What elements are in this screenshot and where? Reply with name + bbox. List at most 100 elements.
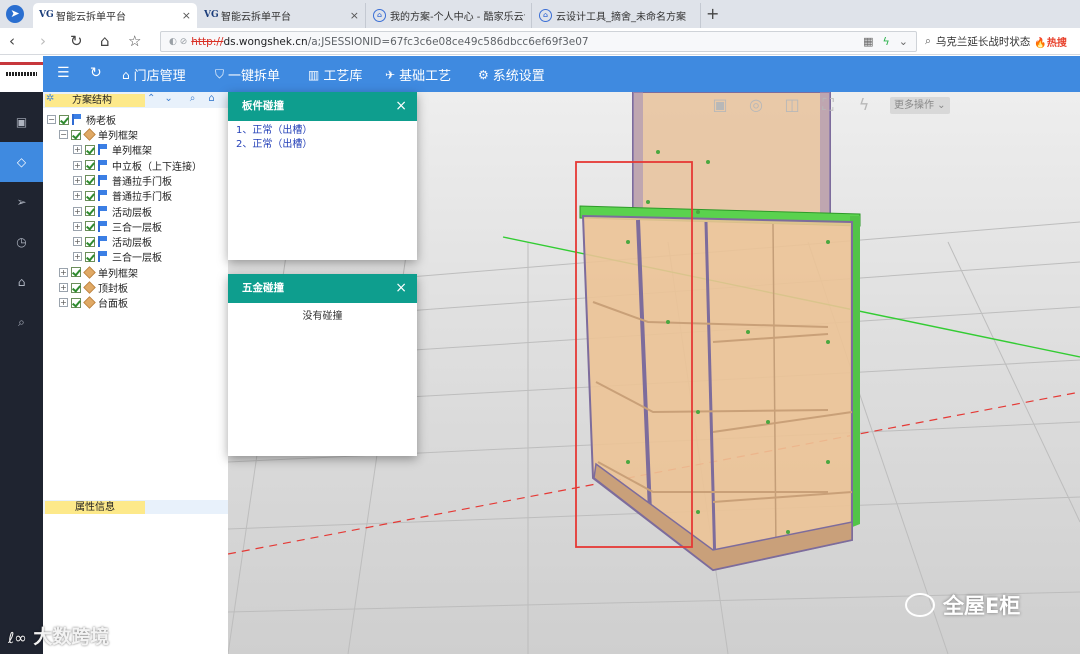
fullscreen-icon[interactable]: ⛶ xyxy=(818,95,838,115)
close-icon[interactable]: × xyxy=(395,274,407,303)
layers-icon[interactable]: ◫ xyxy=(782,95,802,115)
menu-basic-process[interactable]: ✈ 基础工艺 xyxy=(385,65,451,85)
expand-toggle-icon[interactable]: + xyxy=(73,191,82,201)
home-icon[interactable]: ⌂ xyxy=(100,32,110,50)
checkbox[interactable] xyxy=(71,267,81,278)
checkbox[interactable] xyxy=(85,160,95,171)
panel-flag-icon xyxy=(98,159,109,171)
watermark-logo-icon: ℓ∞ xyxy=(8,629,27,647)
expand-toggle-icon[interactable]: − xyxy=(59,130,68,139)
tree-node-item[interactable]: + 普通拉手门板 xyxy=(73,173,172,188)
menu-process-library[interactable]: ▥ 工艺库 xyxy=(308,65,362,85)
checkbox[interactable] xyxy=(85,190,95,201)
close-icon[interactable]: × xyxy=(350,9,359,22)
tree-node-group[interactable]: + 顶封板 xyxy=(59,280,128,295)
tree-node-item[interactable]: + 三合一层板 xyxy=(73,249,162,264)
diamond-icon[interactable]: ◇ xyxy=(0,142,43,182)
send-icon[interactable]: ➢ xyxy=(0,182,43,222)
app-header: ☰ ↻ ⌂ 门店管理 ⛉ 一键拆单 ▥ 工艺库 ✈ 基础工艺 ⚙ 系统设置 xyxy=(0,56,1080,92)
close-icon[interactable]: × xyxy=(395,92,407,121)
expand-toggle-icon[interactable]: + xyxy=(59,283,68,292)
collapse-all-icon[interactable]: ⌃ xyxy=(147,93,155,104)
tree-node-item[interactable]: + 活动层板 xyxy=(73,234,152,249)
checkbox[interactable] xyxy=(85,206,95,216)
more-operations-dropdown[interactable]: 更多操作 ⌄ xyxy=(890,96,950,114)
checkbox[interactable] xyxy=(71,129,81,140)
expand-toggle-icon[interactable]: + xyxy=(73,252,82,262)
checkbox[interactable] xyxy=(85,144,95,155)
root-icon xyxy=(72,114,83,125)
search-icon[interactable]: ⌕ xyxy=(0,302,43,342)
panel-flag-icon xyxy=(98,190,109,202)
menu-one-click-split[interactable]: ⛉ 一键拆单 xyxy=(215,65,280,84)
tree-node-group[interactable]: − 单列框架 xyxy=(59,127,138,142)
refresh-icon[interactable]: ↻ xyxy=(90,65,102,81)
close-icon[interactable]: × xyxy=(182,9,191,22)
book-icon: ▥ xyxy=(308,67,320,82)
collapse-toggle-icon[interactable]: − xyxy=(47,115,56,124)
shield-check-icon: ⛉ xyxy=(215,67,225,81)
expand-toggle-icon[interactable]: + xyxy=(73,145,82,155)
search-icon: ⌕ xyxy=(925,35,931,47)
expand-toggle-icon[interactable]: + xyxy=(59,298,68,308)
lightning-icon[interactable]: ϟ xyxy=(854,95,874,115)
side-rail: ▣ ◇ ➢ ◷ ⌂ ⌕ xyxy=(0,92,43,654)
expand-toggle-icon[interactable]: + xyxy=(73,175,82,185)
grid-icon[interactable]: ▦ xyxy=(863,35,873,48)
cabinet-box-icon xyxy=(83,128,96,141)
tree-header: 方案结构 ✲ ⌃ ⌄ ⌕ ⌂ xyxy=(43,92,228,108)
bookmark-star-icon[interactable]: ☆ xyxy=(128,32,141,50)
hamburger-menu-icon[interactable]: ☰ xyxy=(57,65,70,81)
expand-toggle-icon[interactable]: + xyxy=(59,267,68,277)
lightning-icon[interactable]: ϟ xyxy=(883,35,890,48)
checkbox[interactable] xyxy=(59,114,69,125)
reload-icon[interactable]: ↻ xyxy=(70,32,83,50)
scheme-structure-panel: 方案结构 ✲ ⌃ ⌄ ⌕ ⌂ − 杨老板 − 单列框架 + 单列框架 + 中立板（上下连接… xyxy=(43,92,228,654)
chevron-down-icon[interactable]: ⌄ xyxy=(899,35,908,48)
browser-logo-icon[interactable]: ➤ xyxy=(6,5,24,23)
forward-icon[interactable]: › xyxy=(40,32,46,50)
browser-tab-3[interactable]: ⌂ 我的方案-个人中心 - 酷家乐云设 xyxy=(367,3,532,28)
checkbox[interactable] xyxy=(85,251,95,262)
tree-node-item[interactable]: + 三合一层板 xyxy=(73,219,162,234)
tree-root[interactable]: − 杨老板 xyxy=(47,112,116,127)
home-icon[interactable]: ⌂ xyxy=(208,93,214,104)
tree-node-item[interactable]: + 中立板（上下连接） xyxy=(73,158,202,173)
search-icon[interactable]: ⌕ xyxy=(190,93,196,104)
expand-toggle-icon[interactable]: + xyxy=(73,237,82,247)
collision-item[interactable]: 1、正常（出槽） xyxy=(236,124,409,138)
back-icon[interactable]: ‹ xyxy=(9,32,15,50)
menu-store-management[interactable]: ⌂ 门店管理 xyxy=(122,65,186,85)
image-icon[interactable]: ▣ xyxy=(710,95,730,115)
clock-icon[interactable]: ◷ xyxy=(0,222,43,262)
no-collision-message: 没有碰撞 xyxy=(302,311,343,322)
insecure-icon: ◐ ⊘ xyxy=(169,36,188,47)
search-box[interactable]: ⌕ 乌克兰延长战时状态 🔥热搜 xyxy=(925,31,1075,52)
browser-tab-2[interactable]: VG 智能云拆单平台 × xyxy=(198,3,366,28)
browser-tab-4[interactable]: ⌂ 云设计工具_摘舍_未命名方案 xyxy=(533,3,701,28)
checkbox[interactable] xyxy=(71,297,81,308)
tree-node-group[interactable]: + 单列框架 xyxy=(59,265,138,280)
expand-toggle-icon[interactable]: + xyxy=(73,160,82,170)
hardware-collision-dialog: 五金碰撞 × 没有碰撞 xyxy=(228,274,417,456)
new-tab-button[interactable]: + xyxy=(706,4,719,23)
checkbox[interactable] xyxy=(85,175,95,186)
tree-node-group[interactable]: + 台面板 xyxy=(59,295,128,310)
tree-node-item[interactable]: + 活动层板 xyxy=(73,204,152,219)
tree-node-item[interactable]: + 普通拉手门板 xyxy=(73,188,172,203)
target-icon[interactable]: ◎ xyxy=(746,95,766,115)
collision-item[interactable]: 2、正常（出槽） xyxy=(236,138,409,152)
menu-system-settings[interactable]: ⚙ 系统设置 xyxy=(478,65,545,85)
cloud-design-icon: ⌂ xyxy=(539,9,552,22)
image-icon[interactable]: ▣ xyxy=(0,102,43,142)
checkbox[interactable] xyxy=(85,221,95,232)
browser-tab-1[interactable]: VG 智能云拆单平台 × xyxy=(33,3,197,28)
checkbox[interactable] xyxy=(71,282,81,293)
expand-all-icon[interactable]: ⌄ xyxy=(164,93,172,104)
expand-toggle-icon[interactable]: + xyxy=(73,221,82,231)
checkbox[interactable] xyxy=(85,236,95,247)
bank-icon[interactable]: ⌂ xyxy=(0,262,43,302)
expand-toggle-icon[interactable]: + xyxy=(73,206,82,216)
tree-node-item[interactable]: + 单列框架 xyxy=(73,142,152,157)
address-bar[interactable]: ◐ ⊘ http:// ds.wongshek.cn /a;JSESSIONID… xyxy=(160,31,917,52)
